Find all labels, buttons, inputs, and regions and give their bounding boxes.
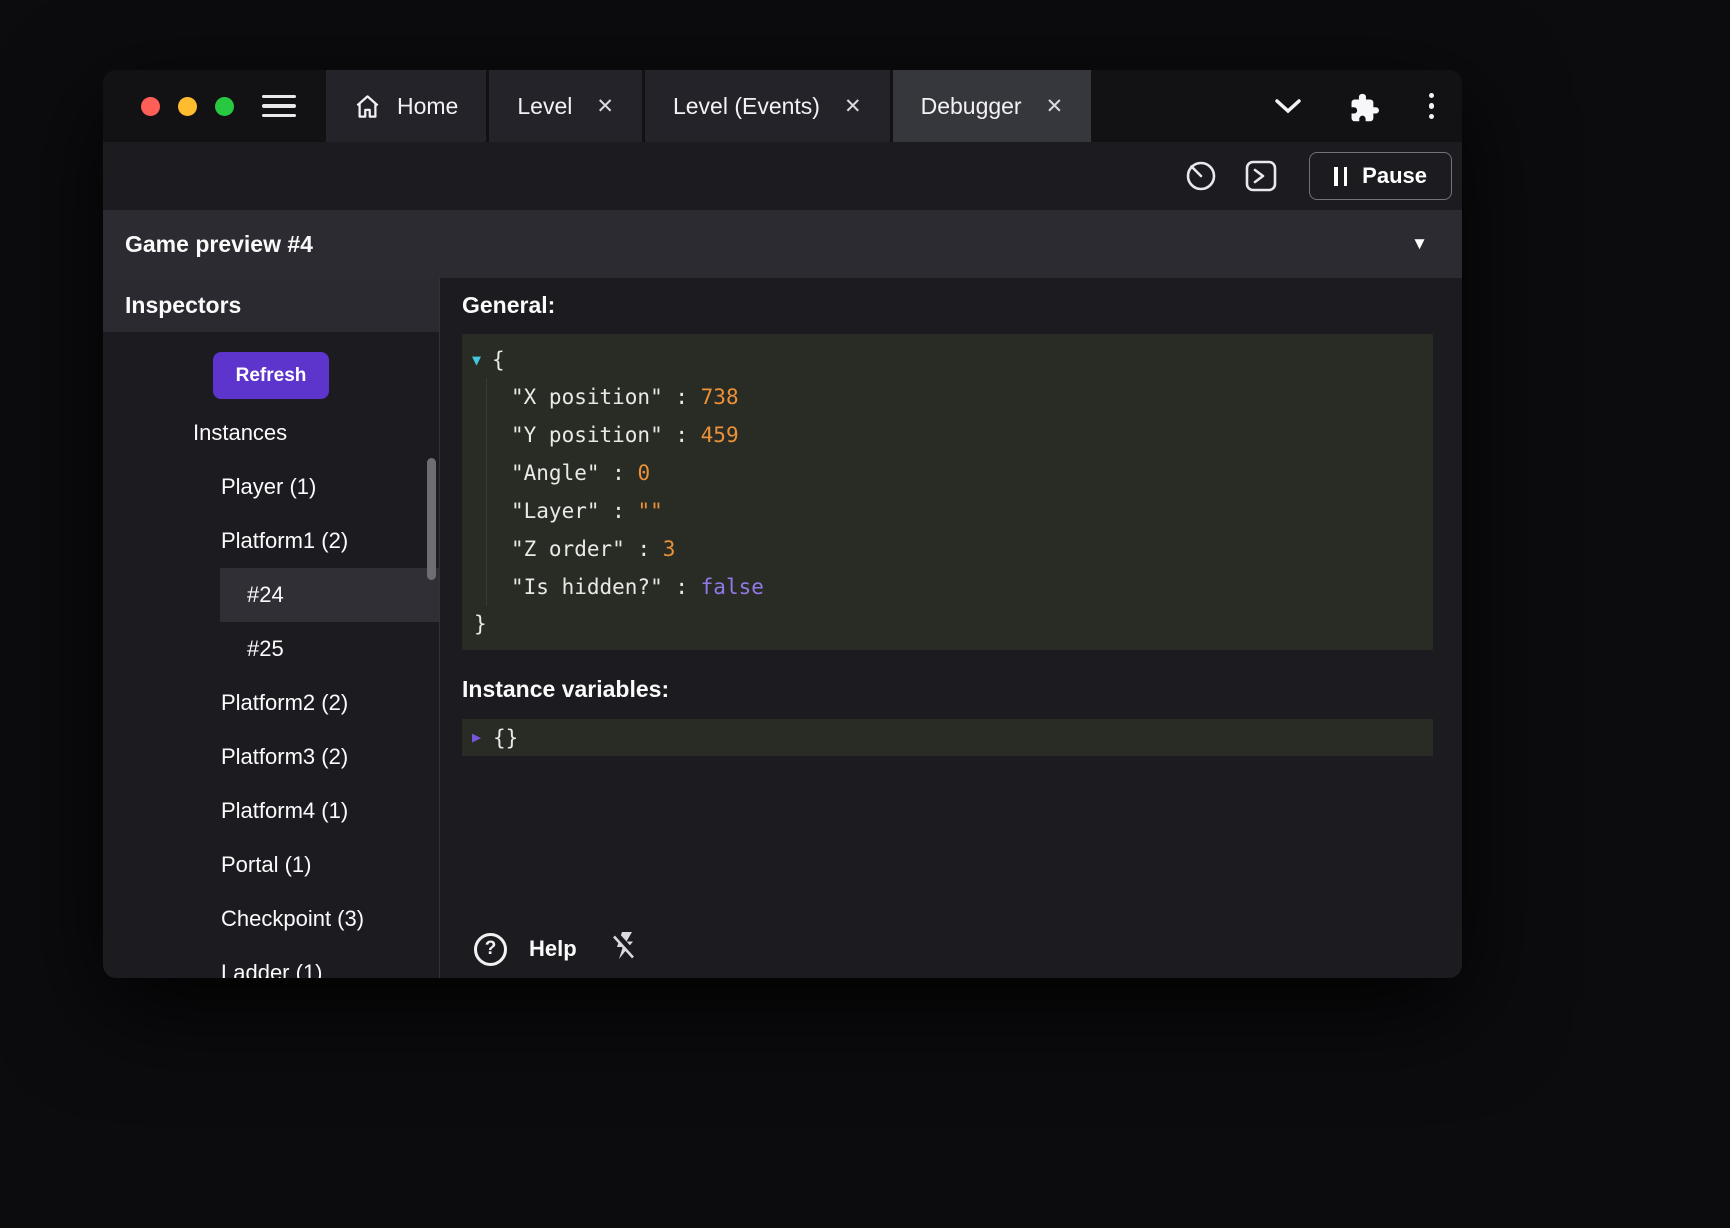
tree-item-portal[interactable]: Portal (1) [103,838,439,892]
tree-item-player[interactable]: Player (1) [103,460,439,514]
tabs: Home Level ✕ Level (Events) ✕ Debugger ✕ [326,70,1094,142]
tree-item-ladder[interactable]: Ladder (1) [103,946,439,978]
tree-item-platform1[interactable]: Platform1 (2) [103,514,439,568]
flash-off-icon[interactable] [609,930,640,968]
tabbar-right-actions [1274,70,1463,142]
help-label: Help [529,936,577,962]
tree-item-platform4[interactable]: Platform4 (1) [103,784,439,838]
tab-level-events[interactable]: Level (Events) ✕ [645,70,890,142]
help-icon[interactable]: ? [474,933,507,966]
content: Inspectors Refresh Instances Player (1) … [103,278,1462,978]
menu-icon[interactable] [262,70,296,142]
traffic-lights [103,70,262,142]
general-json-view: ▼ { "X position" : 738 "Y position" : 45… [462,334,1433,650]
property-key: "Y position" [511,423,663,447]
json-property-row: "Angle" : 0 [511,454,1421,492]
general-label: General: [462,292,1433,319]
tab-label: Level [517,93,572,120]
pause-button[interactable]: Pause [1309,152,1452,200]
open-brace: { [492,348,505,372]
property-value: 0 [637,461,650,485]
inspectors-sidebar: Inspectors Refresh Instances Player (1) … [103,278,440,978]
instance-variables-view: ▶ {} [462,719,1433,756]
property-value: false [701,575,764,599]
json-property-row: "Layer" : "" [511,492,1421,530]
close-icon[interactable]: ✕ [596,94,614,119]
property-value: 3 [663,537,676,561]
minimize-window-button[interactable] [178,97,197,116]
tree-item-instance-25[interactable]: #25 [103,622,439,676]
sidebar-scrollbar[interactable] [427,458,436,580]
chevron-down-icon[interactable]: ▼ [1411,234,1428,254]
inspector-panel: General: ▼ { "X position" : 738 "Y posit… [440,278,1462,978]
close-brace: } [474,606,1421,642]
property-key: "Is hidden?" [511,575,663,599]
console-icon[interactable] [1243,158,1279,194]
variables-value: {} [493,726,518,750]
tab-bar: Home Level ✕ Level (Events) ✕ Debugger ✕ [103,70,1462,142]
property-key: "Z order" [511,537,625,561]
json-property-row: "Is hidden?" : false [511,568,1421,606]
sidebar-body: Refresh Instances Player (1) Platform1 (… [103,332,439,978]
property-value: "" [637,499,662,523]
close-icon[interactable]: ✕ [1046,94,1064,119]
expand-triangle-icon[interactable]: ▶ [472,730,481,745]
game-preview-title: Game preview #4 [125,231,313,258]
json-properties: "X position" : 738 "Y position" : 459 "A… [486,378,1421,606]
zoom-window-button[interactable] [215,97,234,116]
property-value: 459 [701,423,739,447]
collapse-triangle-icon[interactable]: ▼ [472,353,481,368]
home-icon [354,93,381,120]
kebab-menu-icon[interactable] [1425,89,1439,124]
pause-label: Pause [1362,163,1427,189]
chevron-down-icon[interactable] [1274,97,1302,115]
pause-icon [1334,167,1347,186]
tab-level[interactable]: Level ✕ [489,70,642,142]
close-window-button[interactable] [141,97,160,116]
refresh-button[interactable]: Refresh [213,352,329,399]
extensions-puzzle-icon[interactable] [1348,91,1379,122]
tree-item-instance-24[interactable]: #24 [220,568,439,622]
help-row: ? Help [474,930,640,968]
property-key: "Layer" [511,499,600,523]
tab-debugger[interactable]: Debugger ✕ [893,70,1092,142]
instance-variables-label: Instance variables: [462,676,1433,703]
property-key: "Angle" [511,461,600,485]
tab-label: Home [397,93,458,120]
tab-label: Debugger [921,93,1022,120]
debugger-window: Home Level ✕ Level (Events) ✕ Debugger ✕ [103,70,1462,978]
tree-item-instances[interactable]: Instances [103,406,439,460]
close-icon[interactable]: ✕ [844,94,862,119]
game-preview-header[interactable]: Game preview #4 ▼ [103,210,1462,278]
tab-label: Level (Events) [673,93,820,120]
debugger-toolbar: Pause [103,142,1462,210]
property-key: "X position" [511,385,663,409]
json-property-row: "X position" : 738 [511,378,1421,416]
json-property-row: "Z order" : 3 [511,530,1421,568]
profiler-gauge-icon[interactable] [1183,158,1219,194]
tree-item-platform2[interactable]: Platform2 (2) [103,676,439,730]
tab-home[interactable]: Home [326,70,486,142]
tree-item-checkpoint[interactable]: Checkpoint (3) [103,892,439,946]
property-value: 738 [701,385,739,409]
tree-item-platform3[interactable]: Platform3 (2) [103,730,439,784]
sidebar-title: Inspectors [103,278,439,332]
json-property-row: "Y position" : 459 [511,416,1421,454]
instances-tree: Instances Player (1) Platform1 (2) #24 #… [103,406,439,978]
